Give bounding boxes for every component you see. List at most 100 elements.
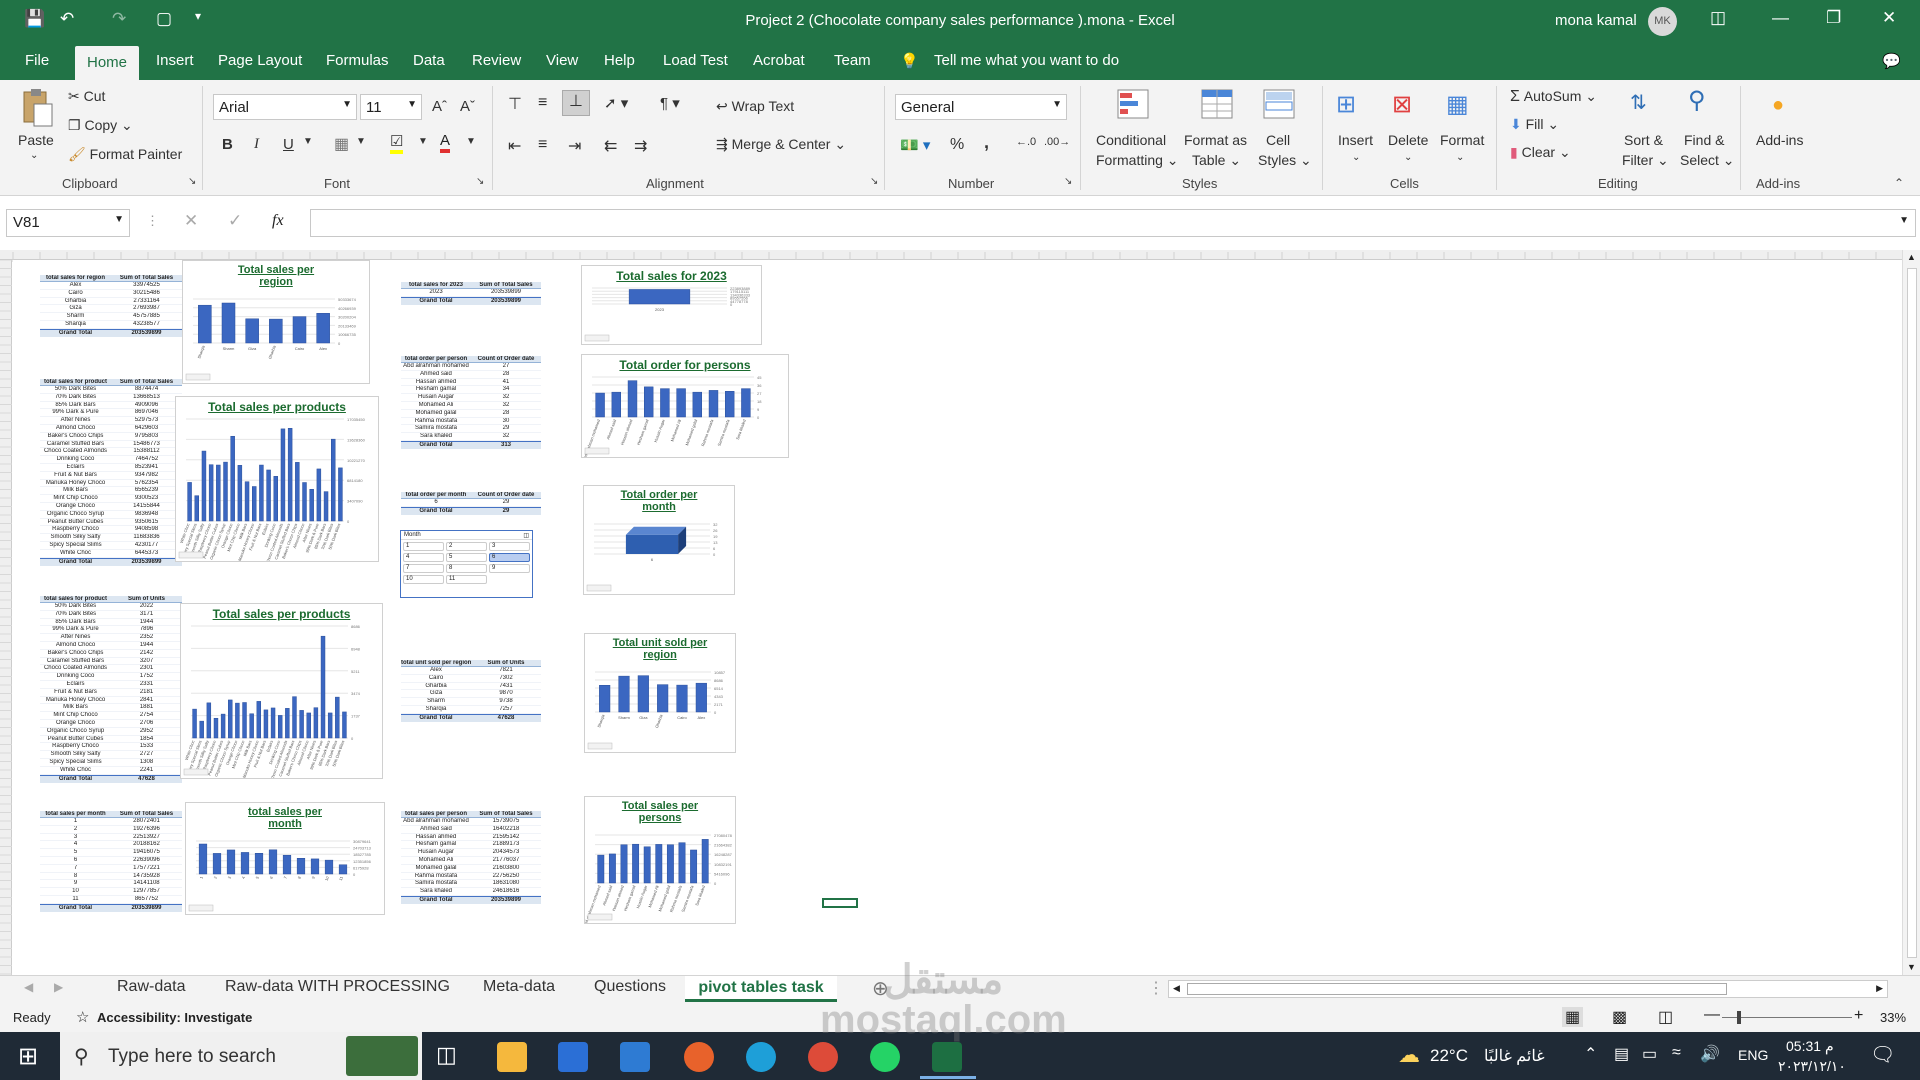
bar-mark[interactable] bbox=[201, 450, 207, 522]
pivot-cell[interactable]: 9347982 bbox=[111, 472, 182, 479]
pivot-cell[interactable]: 2952 bbox=[111, 728, 182, 735]
bar-mark[interactable] bbox=[268, 849, 278, 875]
pivot-cell[interactable]: Sara khaled bbox=[401, 888, 471, 895]
pivot-cell[interactable]: Raspberry Choco bbox=[40, 526, 111, 533]
pivot-cell[interactable]: total unit sold per region bbox=[401, 660, 471, 666]
bar-mark[interactable] bbox=[320, 635, 326, 739]
pivot-cell[interactable]: 27331164 bbox=[111, 298, 182, 305]
bar-mark[interactable] bbox=[331, 438, 336, 522]
pivot-cell[interactable]: 9350615 bbox=[111, 519, 182, 526]
bar-mark[interactable] bbox=[249, 713, 254, 739]
sort-filter-label[interactable]: Filter ⌄ bbox=[1622, 152, 1669, 169]
pivot-cell[interactable]: 8874474 bbox=[111, 386, 182, 393]
tab-split-grip-icon[interactable]: ⋮ bbox=[1148, 978, 1164, 998]
number-launcher-icon[interactable]: ↘ bbox=[1064, 176, 1072, 187]
bar-mark[interactable] bbox=[309, 489, 314, 522]
pivot-cell[interactable]: 8523941 bbox=[111, 464, 182, 471]
pivot-cell[interactable]: Peanut Butter Cubes bbox=[40, 519, 111, 526]
pivot-cell[interactable]: Eclairs bbox=[40, 681, 111, 688]
pivot-cell[interactable]: 2181 bbox=[111, 689, 182, 696]
format-cells-button[interactable]: Format bbox=[1440, 132, 1484, 148]
volume-icon[interactable]: 🔊 bbox=[1700, 1044, 1720, 1064]
bar-mark[interactable] bbox=[263, 709, 269, 739]
wifi-icon[interactable]: ≈ bbox=[1672, 1044, 1681, 1062]
row-headers[interactable] bbox=[0, 259, 12, 975]
battery-icon[interactable]: ▭ bbox=[1642, 1044, 1657, 1064]
increase-decimal-icon[interactable]: ←.0 bbox=[1016, 136, 1036, 148]
bar-mark[interactable] bbox=[657, 684, 669, 713]
page-layout-view-icon[interactable]: ▩ bbox=[1612, 1007, 1627, 1027]
pivot-cell[interactable]: 7464752 bbox=[111, 456, 182, 463]
bar-mark[interactable] bbox=[595, 392, 605, 418]
bar-mark[interactable] bbox=[295, 462, 300, 522]
selected-cell[interactable] bbox=[822, 898, 858, 908]
bar-mark[interactable] bbox=[220, 713, 226, 739]
pivot-cell[interactable]: Sum of Total Sales bbox=[111, 275, 182, 281]
tab-insert[interactable]: Insert bbox=[156, 52, 194, 69]
zoom-in-icon[interactable]: + bbox=[1854, 1007, 1863, 1025]
tab-file[interactable]: File bbox=[25, 52, 49, 69]
pivot-product-sales[interactable]: total sales for product Sum of Total Sale… bbox=[40, 379, 182, 566]
copy-button[interactable]: ❐ Copy ⌄ bbox=[68, 117, 133, 134]
pivot-cell[interactable]: total order per person bbox=[401, 356, 471, 362]
borders-dropdown-icon[interactable]: ▼ bbox=[356, 136, 366, 147]
increase-font-icon[interactable]: Aˆ bbox=[432, 98, 447, 115]
pivot-cell[interactable]: 21776037 bbox=[471, 857, 541, 864]
font-name-dropdown[interactable]: Arial ▼ bbox=[213, 94, 357, 120]
pivot-cell[interactable]: 32 bbox=[471, 433, 541, 440]
pivot-cell[interactable]: 7821 bbox=[471, 667, 541, 674]
bar-mark[interactable] bbox=[256, 701, 262, 739]
pivot-cell[interactable]: 15739075 bbox=[471, 818, 541, 825]
pivot-cell[interactable]: 12977857 bbox=[111, 888, 182, 895]
bar-mark[interactable] bbox=[643, 386, 654, 418]
pivot-month-sales[interactable]: total sales per month Sum of Total Sales 1… bbox=[40, 811, 182, 912]
bar-mark[interactable] bbox=[282, 854, 292, 875]
pivot-cell[interactable]: 7896 bbox=[111, 626, 182, 633]
borders-icon[interactable]: ▦ bbox=[334, 134, 349, 154]
pivot-cell[interactable]: Sharqia bbox=[401, 706, 471, 713]
ribbon-display-icon[interactable]: ◫ bbox=[1710, 8, 1726, 28]
text-direction-icon[interactable]: ¶ ▾ bbox=[660, 94, 680, 112]
pivot-cell[interactable]: 21595142 bbox=[471, 834, 541, 841]
pivot-cell[interactable]: After Nines bbox=[40, 634, 111, 641]
tab-home[interactable]: Home bbox=[75, 46, 139, 80]
horizontal-scroll-thumb[interactable] bbox=[1187, 983, 1727, 995]
pivot-cell[interactable]: 9 bbox=[40, 880, 111, 887]
align-top-icon[interactable]: ⊤ bbox=[508, 94, 522, 114]
pivot-cell[interactable]: Mohamed Ali bbox=[401, 857, 471, 864]
pivot-cell[interactable]: 17577221 bbox=[111, 865, 182, 872]
pivot-cell[interactable]: 1881 bbox=[111, 704, 182, 711]
bar-mark[interactable] bbox=[708, 390, 719, 418]
field-button[interactable] bbox=[587, 742, 613, 750]
bar-mark[interactable] bbox=[342, 711, 347, 739]
field-button[interactable] bbox=[185, 373, 211, 381]
bar-mark[interactable] bbox=[254, 853, 264, 875]
pivot-cell[interactable]: 22639096 bbox=[111, 857, 182, 864]
bar-mark[interactable] bbox=[223, 461, 228, 522]
bar-mark[interactable] bbox=[242, 702, 247, 739]
pivot-cell[interactable]: total sales for region bbox=[40, 275, 111, 281]
tab-formulas[interactable]: Formulas bbox=[326, 52, 389, 69]
pivot-cell[interactable]: Abd alrahman mohamed bbox=[401, 363, 471, 370]
bar-mark[interactable] bbox=[692, 391, 703, 418]
pivot-cell[interactable]: 2352 bbox=[111, 634, 182, 641]
chart-region-units[interactable]: Total unit sold per region Sharqia Sharm Gi… bbox=[584, 633, 736, 753]
slicer-item[interactable]: 4 bbox=[403, 553, 444, 562]
whatsapp-icon[interactable] bbox=[870, 1042, 900, 1072]
underline-dropdown-icon[interactable]: ▼ bbox=[303, 136, 313, 147]
field-button[interactable] bbox=[587, 913, 613, 921]
bar-mark[interactable] bbox=[676, 684, 688, 713]
pivot-cell[interactable]: 5 bbox=[40, 849, 111, 856]
pivot-cell[interactable]: 11 bbox=[40, 896, 111, 903]
pivot-cell[interactable]: White Choc bbox=[40, 767, 111, 774]
pivot-cell[interactable]: 4230177 bbox=[111, 542, 182, 549]
pivot-cell[interactable]: Ahmed said bbox=[401, 826, 471, 833]
tab-load-test[interactable]: Load Test bbox=[663, 52, 728, 69]
bar-mark[interactable] bbox=[292, 316, 307, 344]
chart-year-sales[interactable]: Total sales for 2023 2023 223893889 1791151… bbox=[581, 265, 762, 345]
pivot-cell[interactable]: Organic Choco Syrup bbox=[40, 728, 111, 735]
paste-icon[interactable] bbox=[18, 88, 54, 128]
collapse-ribbon-icon[interactable]: ⌃ bbox=[1894, 176, 1904, 190]
pivot-cell[interactable]: 1752 bbox=[111, 673, 182, 680]
bar-mark[interactable] bbox=[302, 482, 307, 522]
